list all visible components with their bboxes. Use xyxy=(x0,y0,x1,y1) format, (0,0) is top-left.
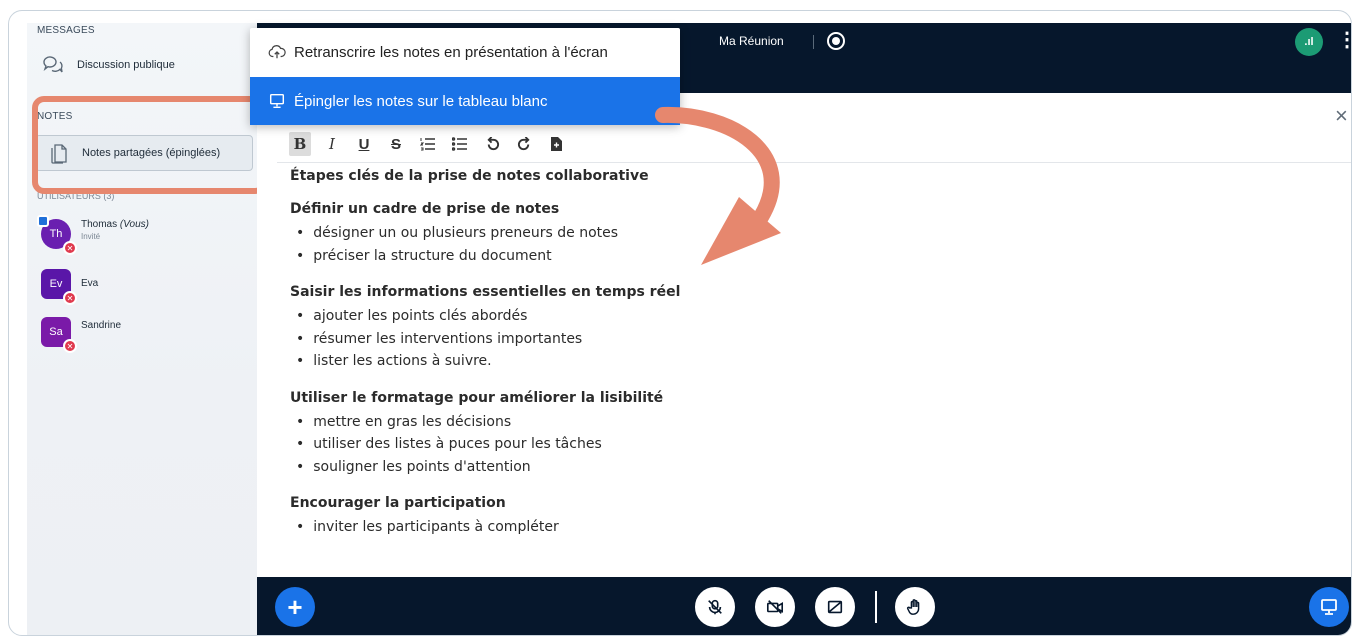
title-separator xyxy=(813,35,814,49)
muted-mic-icon: ✕ xyxy=(63,291,77,305)
undo-icon[interactable] xyxy=(481,132,503,156)
list-item: utiliser des listes à puces pour les tâc… xyxy=(290,433,680,456)
hand-icon xyxy=(907,599,920,615)
underline-button[interactable]: U xyxy=(353,132,375,156)
bullet-list: ajouter les points clés abordés résumer … xyxy=(290,305,680,373)
actions-plus-button[interactable]: + xyxy=(275,587,315,627)
avatar-initials: Ev xyxy=(49,278,63,290)
avatar: Ev ✕ xyxy=(41,269,77,305)
public-chat-label: Discussion publique xyxy=(77,59,175,71)
user-you-tag: (Vous) xyxy=(119,219,149,230)
webcam-off-icon xyxy=(766,600,784,614)
presenter-icon xyxy=(37,215,49,227)
user-item-sandrine[interactable]: Sa ✕ Sandrine xyxy=(41,317,122,353)
messages-section-label: MESSAGES xyxy=(37,25,95,36)
meeting-title: Ma Réunion xyxy=(719,34,784,48)
presentation-toggle-button[interactable] xyxy=(1309,587,1349,627)
redo-icon[interactable] xyxy=(513,132,535,156)
section-heading: Utiliser le formatage pour améliorer la … xyxy=(290,389,664,406)
bullet-list-icon[interactable] xyxy=(449,132,471,156)
screen-share-off-icon xyxy=(827,600,843,614)
user-name: Sandrine xyxy=(81,320,122,331)
list-item: désigner un ou plusieurs preneurs de not… xyxy=(290,222,680,245)
bullet-list: inviter les participants à compléter xyxy=(290,516,680,539)
connection-status-icon[interactable]: .ıl xyxy=(1295,28,1323,56)
share-webcam-button[interactable] xyxy=(755,587,795,627)
import-file-icon[interactable] xyxy=(545,132,567,156)
list-item: souligner les points d'attention xyxy=(290,456,680,479)
annotation-highlight-frame xyxy=(32,96,267,194)
list-item: inviter les participants à compléter xyxy=(290,516,680,539)
public-chat-item[interactable]: Discussion publique xyxy=(41,53,175,77)
section-heading: Encourager la participation xyxy=(290,495,506,511)
notes-options-menu: Retranscrire les notes en présentation à… xyxy=(250,28,680,125)
menu-item-label: Épingler les notes sur le tableau blanc xyxy=(294,92,548,110)
document-title: Étapes clés de la prise de notes collabo… xyxy=(290,168,649,184)
user-item-eva[interactable]: Ev ✕ Eva xyxy=(41,269,99,305)
list-item: lister les actions à suivre. xyxy=(290,350,680,373)
user-info: Thomas (Vous) Invité xyxy=(81,219,149,241)
avatar-initials: Sa xyxy=(49,326,63,338)
editor-toolbar: B I U S xyxy=(289,132,567,156)
record-icon[interactable] xyxy=(827,32,845,50)
list-item: résumer les interventions importantes xyxy=(290,328,680,351)
bottom-bar: + xyxy=(257,577,1351,635)
muted-mic-icon: ✕ xyxy=(63,339,77,353)
avatar-initials: Th xyxy=(49,228,63,240)
note-section: Utiliser le formatage pour améliorer la … xyxy=(290,390,680,479)
avatar: Th ✕ xyxy=(37,215,77,255)
note-section: Encourager la participation inviter les … xyxy=(290,495,680,539)
strikethrough-button[interactable]: S xyxy=(385,132,407,156)
chat-bubbles-icon xyxy=(43,56,63,73)
muted-microphone-icon xyxy=(708,599,722,615)
menu-item-pin-to-whiteboard[interactable]: Épingler les notes sur le tableau blanc xyxy=(250,77,680,125)
controls-separator xyxy=(875,591,877,623)
user-item-thomas[interactable]: Th ✕ Thomas (Vous) Invité xyxy=(37,215,149,255)
italic-button[interactable]: I xyxy=(321,132,343,156)
menu-item-label: Retranscrire les notes en présentation à… xyxy=(294,43,608,61)
list-item: mettre en gras les décisions xyxy=(290,411,680,434)
shared-notes-panel: × B I U S Étapes clés de la prise de not… xyxy=(257,93,1351,577)
sidebar: MESSAGES Discussion publique NOTES Notes… xyxy=(27,23,267,635)
user-name: Thomas xyxy=(81,219,118,230)
more-options-icon[interactable]: ⋮ xyxy=(1337,29,1351,53)
menu-item-convert-to-presentation[interactable]: Retranscrire les notes en présentation à… xyxy=(250,28,680,76)
annotation-arrow xyxy=(655,106,781,265)
note-section: Saisir les informations essentielles en … xyxy=(290,284,680,373)
presentation-icon xyxy=(1321,599,1337,615)
raise-hand-button[interactable] xyxy=(895,587,935,627)
list-item: préciser la structure du document xyxy=(290,245,680,268)
section-heading: Définir un cadre de prise de notes xyxy=(290,201,560,217)
muted-mic-icon: ✕ xyxy=(63,241,77,255)
bold-button[interactable]: B xyxy=(289,132,311,156)
note-section: Définir un cadre de prise de notes désig… xyxy=(290,201,680,267)
unmute-button[interactable] xyxy=(695,587,735,627)
bullet-list: désigner un ou plusieurs preneurs de not… xyxy=(290,222,680,267)
screenshot-frame: MESSAGES Discussion publique NOTES Notes… xyxy=(8,10,1352,636)
presentation-board-icon xyxy=(269,93,285,109)
list-item: ajouter les points clés abordés xyxy=(290,305,680,328)
user-role: Invité xyxy=(81,232,101,241)
section-heading: Saisir les informations essentielles en … xyxy=(290,284,681,300)
document-title-block: Étapes clés de la prise de notes collabo… xyxy=(290,168,680,184)
numbered-list-icon[interactable] xyxy=(417,132,439,156)
toolbar-divider xyxy=(277,162,1351,163)
share-screen-button[interactable] xyxy=(815,587,855,627)
bullet-list: mettre en gras les décisions utiliser de… xyxy=(290,411,680,479)
avatar: Sa ✕ xyxy=(41,317,77,353)
user-name: Eva xyxy=(81,278,99,289)
notes-document[interactable]: Étapes clés de la prise de notes collabo… xyxy=(290,168,680,556)
close-icon[interactable]: × xyxy=(1335,103,1348,129)
cloud-upload-icon xyxy=(268,45,286,59)
